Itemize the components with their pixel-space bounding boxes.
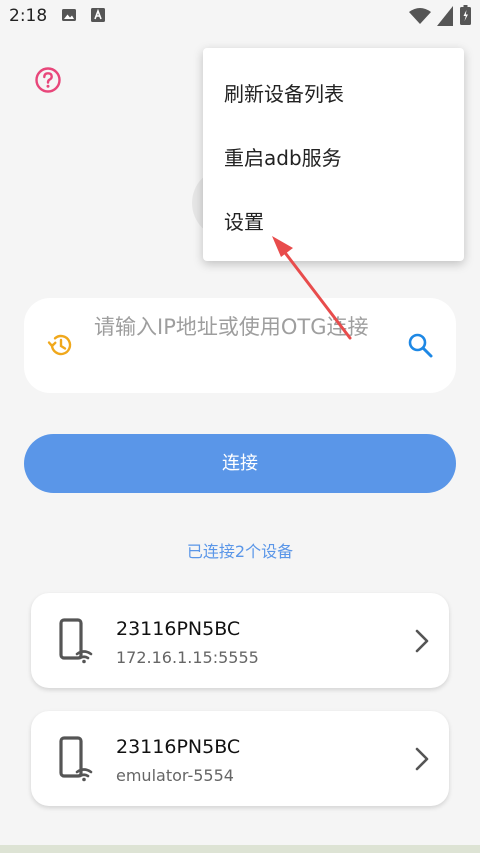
menu-item-refresh-devices[interactable]: 刷新设备列表 — [224, 78, 344, 107]
chevron-right-icon — [415, 747, 429, 771]
search-icon[interactable] — [406, 331, 434, 359]
connected-count: 已连接2个设备 — [186, 542, 294, 561]
history-icon[interactable] — [46, 331, 74, 359]
bottom-edge — [0, 845, 480, 853]
device-name: 23116PN5BC — [116, 618, 241, 640]
image-icon — [62, 9, 76, 21]
device-item[interactable]: 23116PN5BC emulator-5554 — [31, 711, 449, 806]
help-icon[interactable] — [34, 66, 62, 94]
chevron-right-icon — [415, 629, 429, 653]
status-bar: 2:18 — [0, 0, 480, 34]
device-address: 172.16.1.15:5555 — [116, 648, 259, 667]
wifi-icon — [409, 8, 431, 24]
menu-item-settings[interactable]: 设置 — [224, 206, 264, 235]
status-time: 2:18 — [9, 6, 48, 26]
signal-icon — [437, 6, 453, 26]
phone-wifi-icon — [59, 736, 93, 782]
connect-button[interactable]: 连接 — [24, 434, 456, 493]
ip-address-input[interactable]: 请输入IP地址或使用OTG连接 — [94, 310, 386, 380]
overflow-menu: 刷新设备列表 重启adb服务 设置 — [203, 48, 464, 261]
battery-icon — [460, 5, 471, 25]
device-address: emulator-5554 — [116, 766, 234, 785]
device-name: 23116PN5BC — [116, 736, 241, 758]
font-icon — [91, 8, 105, 22]
search-bar: 请输入IP地址或使用OTG连接 — [24, 298, 456, 393]
device-item[interactable]: 23116PN5BC 172.16.1.15:5555 — [31, 593, 449, 688]
phone-wifi-icon — [59, 618, 93, 664]
menu-item-restart-adb[interactable]: 重启adb服务 — [224, 142, 342, 171]
